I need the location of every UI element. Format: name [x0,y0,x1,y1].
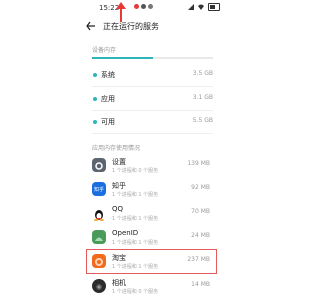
notification-icons [134,4,153,9]
settings-icon [92,158,106,172]
app-row-zhihu[interactable]: 知乎 知乎 1 个进程和 1 个服务 92 MB [88,179,216,201]
notification-dot-icon [134,4,139,9]
app-name: 设置 [112,158,126,166]
memory-dot-icon [93,73,97,77]
signal-icon [188,4,194,10]
app-size: 24 MB [191,232,210,239]
memory-row-apps: 应用 3.1 GB [92,92,213,106]
memory-dot-icon [93,97,97,101]
app-process-info: 1 个进程和 1 个服务 [112,216,159,222]
app-name: 知乎 [112,182,126,190]
divider [92,86,213,87]
battery-icon [208,3,220,11]
memory-usage-fill [92,57,153,59]
qq-penguin-icon [92,206,106,221]
divider [92,110,213,111]
app-process-info: 1 个进程和 1 个服务 [112,192,159,198]
memory-row-value: 3.5 GB [192,70,213,77]
app-size: 139 MB [187,160,210,167]
openid-icon [92,230,106,244]
back-arrow-icon[interactable] [86,20,96,32]
memory-row-value: 5.5 GB [192,117,213,124]
device-memory-label: 设备内存 [92,47,117,54]
app-row-qq[interactable]: QQ 1 个进程和 1 个服务 70 MB [88,203,216,225]
divider [92,133,213,134]
app-size: 92 MB [191,184,210,191]
memory-row-value: 3.1 GB [192,94,213,101]
app-name: OpenID [112,229,139,237]
memory-row-label: 应用 [101,95,115,103]
memory-usage-bar [92,57,213,59]
app-process-info: 1 个进程和 1 个服务 [112,240,159,246]
app-name: QQ [112,205,124,213]
memory-row-label: 可用 [101,118,115,126]
app-row-openid[interactable]: OpenID 1 个进程和 1 个服务 24 MB [88,227,216,249]
camera-icon [92,279,106,293]
app-process-info: 1 个进程和 0 个服务 [112,289,159,295]
app-size: 14 MB [191,281,210,288]
app-process-info: 1 个进程和 0 个服务 [112,168,159,174]
app-row-settings[interactable]: 设置 1 个进程和 0 个服务 139 MB [88,155,216,177]
app-name: 相机 [112,279,126,287]
memory-row-system: 系统 3.5 GB [92,68,213,82]
page-header: 正在运行的服务 [0,18,300,38]
memory-dot-icon [93,120,97,124]
notification-dot-icon [141,4,146,9]
app-row-camera[interactable]: 相机 1 个进程和 0 个服务 14 MB [88,276,216,298]
app-memory-label: 应用内存使用情况 [92,145,141,152]
notification-dot-icon [148,4,153,9]
red-highlight-box [86,249,217,274]
zhihu-icon: 知乎 [92,182,106,196]
memory-row-label: 系统 [101,71,115,79]
memory-row-available: 可用 5.5 GB [92,115,213,129]
app-size: 70 MB [191,208,210,215]
wifi-icon [198,4,204,10]
page-title: 正在运行的服务 [103,22,159,31]
status-bar: 15:22 [0,0,300,22]
status-icons [188,3,220,11]
